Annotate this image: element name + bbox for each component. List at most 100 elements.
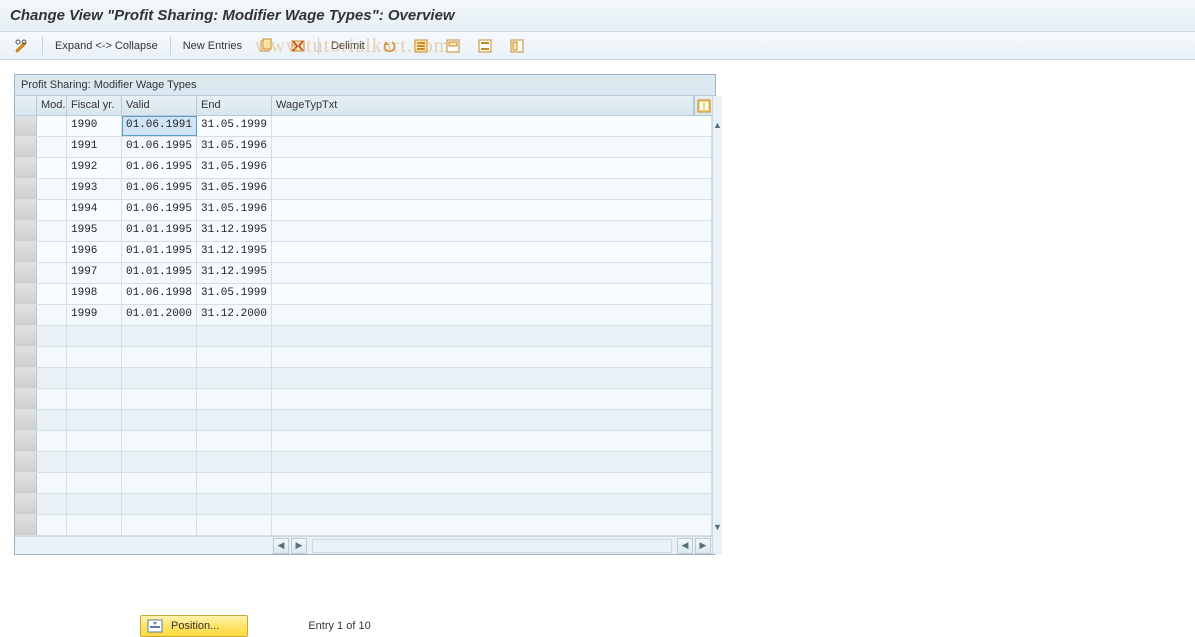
scroll-left-icon[interactable]: ◀ — [273, 538, 289, 554]
cell-valid[interactable] — [122, 494, 197, 514]
cell-end[interactable]: 31.12.1995 — [197, 242, 272, 262]
cell-wtxt[interactable] — [272, 389, 712, 409]
cell-end[interactable]: 31.12.2000 — [197, 305, 272, 325]
table-row[interactable] — [15, 515, 712, 536]
cell-wtxt[interactable] — [272, 431, 712, 451]
row-selector[interactable] — [15, 137, 37, 157]
cell-end[interactable] — [197, 326, 272, 346]
cell-wtxt[interactable] — [272, 242, 712, 262]
table-row[interactable]: 199601.01.199531.12.1995 — [15, 242, 712, 263]
cell-valid[interactable] — [122, 452, 197, 472]
cell-wtxt[interactable] — [272, 137, 712, 157]
cell-end[interactable] — [197, 368, 272, 388]
cell-fy[interactable]: 1991 — [67, 137, 122, 157]
scroll-up-icon[interactable]: ▲ — [713, 116, 722, 134]
cell-mod[interactable] — [37, 137, 67, 157]
table-row[interactable]: 199201.06.199531.05.1996 — [15, 158, 712, 179]
row-selector[interactable] — [15, 242, 37, 262]
table-row[interactable]: 199101.06.199531.05.1996 — [15, 137, 712, 158]
cell-end[interactable]: 31.05.1999 — [197, 284, 272, 304]
cell-mod[interactable] — [37, 116, 67, 136]
cell-mod[interactable] — [37, 515, 67, 535]
delimit-button[interactable]: Delimit — [327, 36, 369, 56]
cell-mod[interactable] — [37, 326, 67, 346]
cell-fy[interactable]: 1997 — [67, 263, 122, 283]
table-row[interactable]: 199001.06.199131.05.1999 — [15, 116, 712, 137]
cell-wtxt[interactable] — [272, 515, 712, 535]
cell-mod[interactable] — [37, 158, 67, 178]
col-fiscal-year[interactable]: Fiscal yr. — [67, 96, 122, 115]
col-wagetxt[interactable]: WageTypTxt — [272, 96, 694, 115]
cell-fy[interactable]: 1992 — [67, 158, 122, 178]
deselect-all-button[interactable] — [473, 36, 497, 56]
table-row[interactable] — [15, 368, 712, 389]
table-row[interactable] — [15, 431, 712, 452]
cell-valid[interactable]: 01.06.1998 — [122, 284, 197, 304]
cell-wtxt[interactable] — [272, 263, 712, 283]
cell-valid[interactable]: 01.01.1995 — [122, 263, 197, 283]
table-row[interactable]: 199901.01.200031.12.2000 — [15, 305, 712, 326]
row-selector[interactable] — [15, 200, 37, 220]
cell-valid[interactable]: 01.06.1995 — [122, 137, 197, 157]
cell-valid[interactable] — [122, 473, 197, 493]
cell-mod[interactable] — [37, 347, 67, 367]
cell-fy[interactable] — [67, 410, 122, 430]
cell-valid[interactable] — [122, 431, 197, 451]
cell-fy[interactable] — [67, 473, 122, 493]
cell-end[interactable] — [197, 347, 272, 367]
scroll-right2-icon[interactable]: ▶ — [695, 538, 711, 554]
col-valid[interactable]: Valid — [122, 96, 197, 115]
cell-valid[interactable] — [122, 347, 197, 367]
cell-end[interactable]: 31.05.1996 — [197, 158, 272, 178]
cell-fy[interactable] — [67, 452, 122, 472]
table-row[interactable] — [15, 473, 712, 494]
cell-wtxt[interactable] — [272, 410, 712, 430]
cell-mod[interactable] — [37, 200, 67, 220]
cell-fy[interactable]: 1995 — [67, 221, 122, 241]
cell-wtxt[interactable] — [272, 221, 712, 241]
new-entries-button[interactable]: New Entries — [179, 36, 246, 56]
cell-wtxt[interactable] — [272, 326, 712, 346]
cell-valid[interactable]: 01.06.1995 — [122, 200, 197, 220]
cell-valid[interactable] — [122, 515, 197, 535]
row-selector[interactable] — [15, 431, 37, 451]
cell-end[interactable] — [197, 410, 272, 430]
table-row[interactable] — [15, 410, 712, 431]
cell-wtxt[interactable] — [272, 494, 712, 514]
cell-fy[interactable]: 1998 — [67, 284, 122, 304]
table-row[interactable] — [15, 347, 712, 368]
cell-mod[interactable] — [37, 242, 67, 262]
table-row[interactable] — [15, 494, 712, 515]
cell-end[interactable] — [197, 515, 272, 535]
row-selector[interactable] — [15, 452, 37, 472]
select-block-button[interactable] — [441, 36, 465, 56]
cell-wtxt[interactable] — [272, 179, 712, 199]
cell-mod[interactable] — [37, 494, 67, 514]
cell-fy[interactable] — [67, 494, 122, 514]
cell-mod[interactable] — [37, 284, 67, 304]
table-row[interactable]: 199801.06.199831.05.1999 — [15, 284, 712, 305]
row-selector[interactable] — [15, 515, 37, 535]
cell-wtxt[interactable] — [272, 200, 712, 220]
cell-wtxt[interactable] — [272, 452, 712, 472]
cell-fy[interactable] — [67, 326, 122, 346]
cell-mod[interactable] — [37, 305, 67, 325]
delete-button[interactable] — [286, 36, 310, 56]
cell-valid[interactable]: 01.01.1995 — [122, 221, 197, 241]
cell-end[interactable] — [197, 473, 272, 493]
table-row[interactable] — [15, 452, 712, 473]
expand-collapse-button[interactable]: Expand <-> Collapse — [51, 36, 162, 56]
cell-mod[interactable] — [37, 431, 67, 451]
row-selector[interactable] — [15, 158, 37, 178]
cell-end[interactable] — [197, 431, 272, 451]
horizontal-scrollbar[interactable]: ◀ ▶ ◀ ▶ — [15, 536, 712, 554]
cell-mod[interactable] — [37, 221, 67, 241]
scroll-track[interactable] — [312, 539, 672, 553]
cell-end[interactable]: 31.05.1996 — [197, 179, 272, 199]
cell-fy[interactable] — [67, 368, 122, 388]
col-end[interactable]: End — [197, 96, 272, 115]
table-row[interactable]: 199301.06.199531.05.1996 — [15, 179, 712, 200]
row-selector[interactable] — [15, 284, 37, 304]
scroll-left2-icon[interactable]: ◀ — [677, 538, 693, 554]
cell-end[interactable] — [197, 494, 272, 514]
